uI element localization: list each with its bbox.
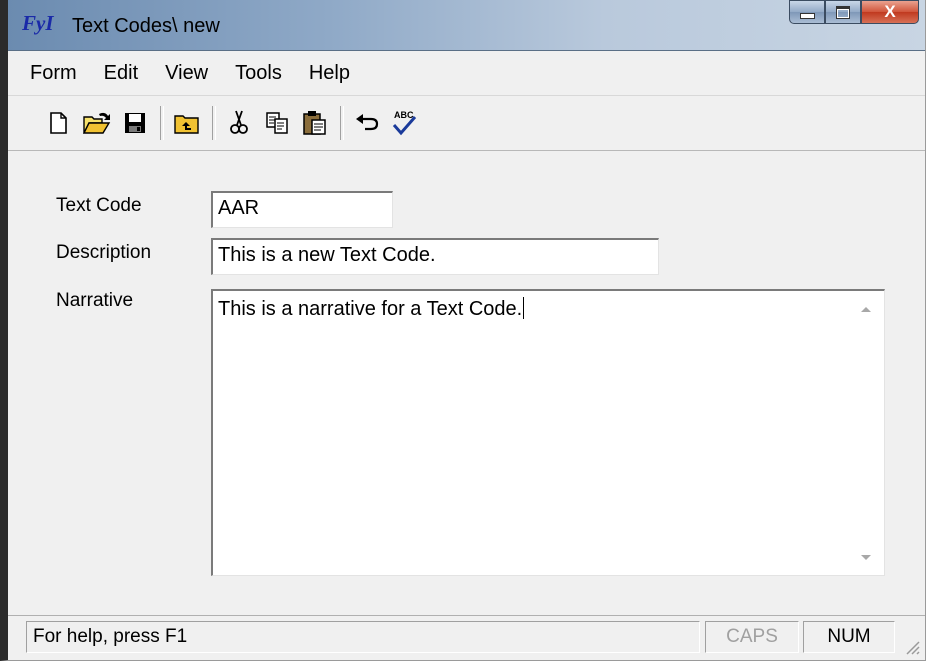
undo-button[interactable] [352,106,382,140]
menu-bar: Form Edit View Tools Help [8,51,925,96]
toolbar-separator [212,106,216,140]
toolbar: ABC [8,96,925,151]
new-document-icon [50,112,67,134]
text-code-field[interactable]: AAR [211,191,393,228]
menu-form[interactable]: Form [30,58,77,89]
app-logo: FyI [22,11,54,35]
spell-check-button[interactable]: ABC [390,106,420,140]
paste-button[interactable] [300,106,330,140]
close-icon: X [884,2,896,21]
resize-grip-icon[interactable] [901,636,921,656]
toolbar-separator [160,106,164,140]
cut-button[interactable] [224,106,254,140]
menu-view[interactable]: View [165,58,208,89]
copy-button[interactable] [262,106,292,140]
status-num-indicator: NUM [803,621,895,653]
scroll-up-button[interactable] [848,299,884,319]
undo-icon [356,114,379,131]
new-button[interactable] [44,106,74,140]
status-caps-indicator: CAPS [705,621,799,653]
paste-icon [303,111,326,135]
text-code-label: Text Code [56,195,142,216]
scroll-down-button[interactable] [848,547,884,567]
minimize-icon [799,13,815,19]
caption-buttons: X [789,0,919,26]
text-caret [523,297,525,319]
menu-tools[interactable]: Tools [235,58,282,89]
open-folder-icon [83,112,111,134]
up-folder-icon [174,115,199,134]
status-help-text: For help, press F1 [26,621,700,653]
menu-edit[interactable]: Edit [104,58,138,89]
scroll-down-icon [861,554,871,560]
svg-text:ABC: ABC [394,110,414,120]
menu-help[interactable]: Help [309,58,350,89]
maximize-icon [836,5,850,19]
scroll-up-icon [861,306,871,312]
toolbar-separator [340,106,344,140]
maximize-button[interactable] [825,0,861,24]
minimize-button[interactable] [789,0,825,24]
narrative-text: This is a narrative for a Text Code. [218,297,525,321]
close-button[interactable]: X [861,0,919,24]
up-folder-button[interactable] [172,106,202,140]
open-button[interactable] [82,106,112,140]
narrative-textarea[interactable]: This is a narrative for a Text Code. [211,289,885,576]
title-bar[interactable]: FyI Text Codes\ new X [8,0,925,51]
status-bar: For help, press F1 CAPS NUM [8,615,925,660]
copy-icon [266,112,288,134]
cut-icon [230,110,248,134]
window-title: Text Codes\ new [72,15,220,37]
vertical-scrollbar[interactable] [848,291,884,575]
save-icon [125,113,145,133]
spell-check-icon: ABC [392,110,417,136]
save-button[interactable] [120,106,150,140]
description-label: Description [56,242,152,263]
application-window: FyI Text Codes\ new X Form Edit View Too… [0,0,926,661]
narrative-value: This is a narrative for a Text Code. [218,298,523,320]
narrative-label: Narrative [56,290,134,311]
description-field[interactable]: This is a new Text Code. [211,238,659,275]
